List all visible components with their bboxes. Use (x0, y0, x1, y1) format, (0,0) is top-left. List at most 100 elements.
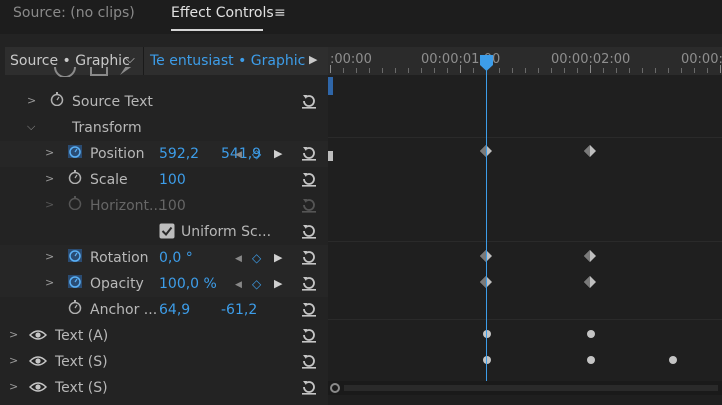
reset-icon[interactable] (300, 326, 318, 344)
anchor-y-value[interactable]: -61,2 (221, 302, 257, 318)
stopwatch-icon[interactable] (68, 300, 82, 314)
expand-arrow-icon[interactable]: > (9, 354, 18, 367)
uniform-scale-checkbox[interactable] (159, 223, 175, 239)
scroll-track[interactable] (344, 385, 718, 391)
expand-arrow-icon: > (45, 198, 55, 211)
ruler-tick (382, 68, 383, 73)
property-row-source-text: > Source Text (0, 89, 328, 115)
layer-label: Text (S) (55, 354, 108, 370)
property-row-rotation: > Rotation 0,0 ° ◀ ◇ ▶ (0, 245, 328, 271)
layer-label: Text (A) (55, 328, 109, 344)
chevron-down-icon[interactable]: ⌵ (125, 52, 135, 67)
stopwatch-icon[interactable] (50, 92, 64, 106)
ruler-tick (499, 68, 500, 73)
expand-arrow-icon[interactable]: > (45, 146, 54, 159)
prev-keyframe-icon[interactable]: ◀ (235, 254, 242, 264)
reset-icon[interactable] (300, 222, 318, 240)
stopwatch-active-icon[interactable] (68, 274, 82, 288)
horizontal-scrollbar[interactable] (328, 381, 722, 395)
property-row-anchor-point: Anchor ... 64,9 -61,2 (0, 297, 328, 323)
collapse-arrow-icon[interactable]: ⌵ (27, 120, 35, 134)
stopwatch-active-icon[interactable] (68, 144, 82, 158)
playhead-line (486, 57, 487, 382)
ruler-tick (564, 68, 565, 73)
position-label: Position (90, 146, 145, 162)
shape-tools-icons[interactable] (54, 67, 144, 77)
uniform-scale-label: Uniform Sc... (181, 224, 272, 240)
shape-tools-row (0, 67, 328, 83)
timecode-label: 00:00:0 (681, 52, 722, 67)
expand-arrow-icon[interactable]: > (27, 94, 36, 107)
clip-start-marker (328, 77, 333, 95)
reset-icon[interactable] (300, 144, 318, 162)
position-x-value[interactable]: 592,2 (159, 146, 199, 162)
scroll-handle[interactable] (330, 383, 340, 393)
keyframe-marker[interactable] (584, 276, 596, 288)
tab-source[interactable]: Source: (no clips) (13, 5, 135, 21)
ruler-tick (460, 65, 461, 73)
reset-icon[interactable] (300, 170, 318, 188)
time-ruler[interactable]: :00:00 00:00:01:00 00:00:02:00 00:00:0 (328, 47, 722, 75)
next-keyframe-icon[interactable]: ▶ (274, 147, 282, 160)
keyframe-dot[interactable] (669, 356, 677, 364)
prev-keyframe-icon[interactable]: ◀ (235, 150, 242, 160)
ruler-tick (694, 68, 695, 73)
reset-icon[interactable] (300, 92, 318, 110)
scale-value[interactable]: 100 (159, 172, 186, 188)
anchor-x-value[interactable]: 64,9 (159, 302, 190, 318)
play-triangle-icon[interactable]: ▶ (309, 53, 317, 66)
reset-icon[interactable] (300, 300, 318, 318)
keyframe-dot[interactable] (483, 330, 491, 338)
reset-icon[interactable] (300, 248, 318, 266)
add-keyframe-icon[interactable]: ◇ (252, 251, 261, 265)
ruler-tick (343, 68, 344, 73)
ruler-tick (369, 68, 370, 73)
ruler-tick (421, 68, 422, 73)
prev-keyframe-icon[interactable]: ◀ (235, 280, 242, 290)
rotation-value[interactable]: 0,0 ° (159, 250, 193, 266)
playhead-handle[interactable] (480, 55, 493, 71)
keyframe-dot[interactable] (587, 330, 595, 338)
ruler-tick (434, 68, 435, 73)
clip-handle[interactable] (328, 151, 333, 161)
property-row-scale: > Scale 100 (0, 167, 328, 193)
stopwatch-icon (68, 196, 82, 210)
add-keyframe-icon[interactable]: ◇ (252, 147, 261, 161)
ruler-tick (395, 68, 396, 73)
add-keyframe-icon[interactable]: ◇ (252, 277, 261, 291)
eye-icon[interactable] (29, 355, 47, 367)
keyframe-marker[interactable] (584, 250, 596, 262)
ruler-tick (538, 68, 539, 73)
keyframe-marker[interactable] (584, 145, 596, 157)
reset-icon[interactable] (300, 274, 318, 292)
ruler-tick (525, 68, 526, 73)
property-row-opacity: > Opacity 100,0 % ◀ ◇ ▶ (0, 271, 328, 297)
expand-arrow-icon[interactable]: > (45, 250, 54, 263)
next-keyframe-icon[interactable]: ▶ (274, 251, 282, 264)
property-group-transform: ⌵ Transform (0, 115, 328, 141)
tab-effect-controls[interactable]: Effect Controls (171, 5, 274, 21)
opacity-value[interactable]: 100,0 % (159, 276, 217, 292)
horizontal-scale-label: Horizont... (90, 198, 163, 214)
property-row-position: > Position 592,2 541,9 ◀ ◇ ▶ (0, 141, 328, 167)
reset-icon[interactable] (300, 352, 318, 370)
ruler-tick (707, 68, 708, 73)
expand-arrow-icon[interactable]: > (9, 380, 18, 393)
ruler-tick (590, 65, 591, 73)
ruler-tick (603, 68, 604, 73)
stopwatch-active-icon[interactable] (68, 248, 82, 262)
keyframe-dot[interactable] (483, 356, 491, 364)
property-row-horizontal-scale: > Horizont... 100 (0, 193, 328, 219)
stopwatch-icon[interactable] (68, 170, 82, 184)
expand-arrow-icon[interactable]: > (45, 276, 54, 289)
expand-arrow-icon[interactable]: > (45, 172, 54, 185)
eye-icon[interactable] (29, 329, 47, 341)
hamburger-menu-icon[interactable]: ≡ (274, 5, 286, 21)
reset-icon[interactable] (300, 378, 318, 396)
panel-tab-bar: Source: (no clips) Effect Controls ≡ (0, 0, 722, 34)
expand-arrow-icon[interactable]: > (9, 328, 18, 341)
next-keyframe-icon[interactable]: ▶ (274, 277, 282, 290)
keyframe-dot[interactable] (587, 356, 595, 364)
keyframe-timeline[interactable]: :00:00 00:00:01:00 00:00:02:00 00:00:0 (328, 47, 722, 405)
eye-icon[interactable] (29, 381, 47, 393)
